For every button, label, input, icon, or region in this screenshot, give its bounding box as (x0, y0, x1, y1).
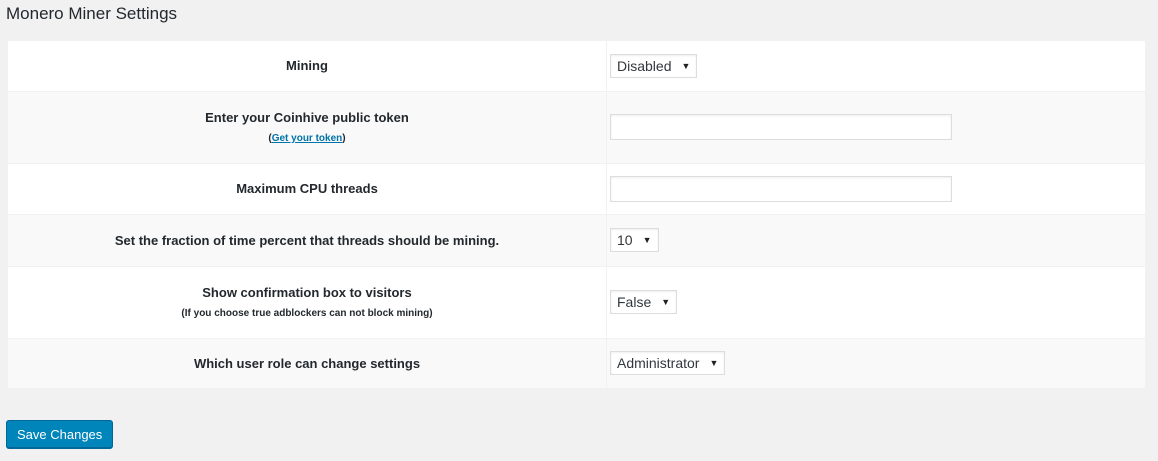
settings-row-role: Which user role can change settings Admi… (8, 338, 1145, 388)
page-title: Monero Miner Settings (6, 4, 178, 23)
settings-row-mining: Mining Disabled ▼ (8, 41, 1145, 91)
throttle-select[interactable]: 10 ▼ (610, 228, 659, 252)
chevron-down-icon: ▼ (681, 60, 691, 71)
confirmation-sublabel: (If you choose true adblockers can not b… (181, 308, 433, 319)
throttle-field-cell: 10 ▼ (606, 214, 1145, 266)
chevron-down-icon: ▼ (661, 297, 671, 307)
threads-field-cell (606, 163, 1145, 214)
chevron-down-icon: ▼ (709, 358, 719, 368)
throttle-select-value: 10 (617, 232, 633, 248)
confirmation-select-value: False (617, 294, 652, 310)
token-sublabel: (Get your token) (8, 133, 606, 144)
settings-row-threads: Maximum CPU threads (8, 163, 1145, 214)
token-sublabel-close-paren: ) (342, 133, 346, 144)
token-field-cell (606, 91, 1145, 163)
confirmation-label-cell: Show confirmation box to visitors (If yo… (8, 266, 607, 338)
settings-table: Mining Disabled ▼ Enter your Coinhive pu… (8, 41, 1145, 389)
throttle-label-cell: Set the fraction of time percent that th… (8, 214, 607, 266)
mining-select-value: Disabled (617, 57, 672, 74)
cpu-threads-input[interactable] (610, 175, 952, 202)
role-field-cell: Administrator ▼ (606, 338, 1145, 388)
save-changes-button[interactable]: Save Changes (6, 420, 114, 448)
mining-label-cell: Mining (8, 41, 607, 91)
coinhive-token-input[interactable] (610, 114, 952, 140)
confirmation-label: Show confirmation box to visitors (202, 285, 412, 300)
get-token-link[interactable]: Get your token (272, 133, 343, 144)
token-label-cell: Enter your Coinhive public token (Get yo… (8, 91, 607, 163)
role-select-value: Administrator (617, 355, 700, 371)
role-label-cell: Which user role can change settings (8, 338, 607, 388)
mining-field-cell: Disabled ▼ (606, 41, 1145, 91)
role-label: Which user role can change settings (193, 355, 421, 371)
throttle-label: Set the fraction of time percent that th… (114, 232, 500, 248)
token-label: Enter your Coinhive public token (205, 110, 409, 125)
chevron-down-icon: ▼ (642, 235, 652, 245)
mining-label: Mining (286, 58, 328, 74)
mining-select[interactable]: Disabled ▼ (610, 53, 698, 78)
threads-label-cell: Maximum CPU threads (8, 163, 607, 214)
confirmation-select[interactable]: False ▼ (610, 290, 678, 314)
threads-label: Maximum CPU threads (236, 181, 378, 196)
confirmation-field-cell: False ▼ (606, 266, 1145, 338)
settings-row-confirmation: Show confirmation box to visitors (If yo… (8, 266, 1145, 338)
settings-row-throttle: Set the fraction of time percent that th… (8, 214, 1145, 266)
role-select[interactable]: Administrator ▼ (610, 351, 726, 375)
settings-row-token: Enter your Coinhive public token (Get yo… (8, 91, 1145, 163)
